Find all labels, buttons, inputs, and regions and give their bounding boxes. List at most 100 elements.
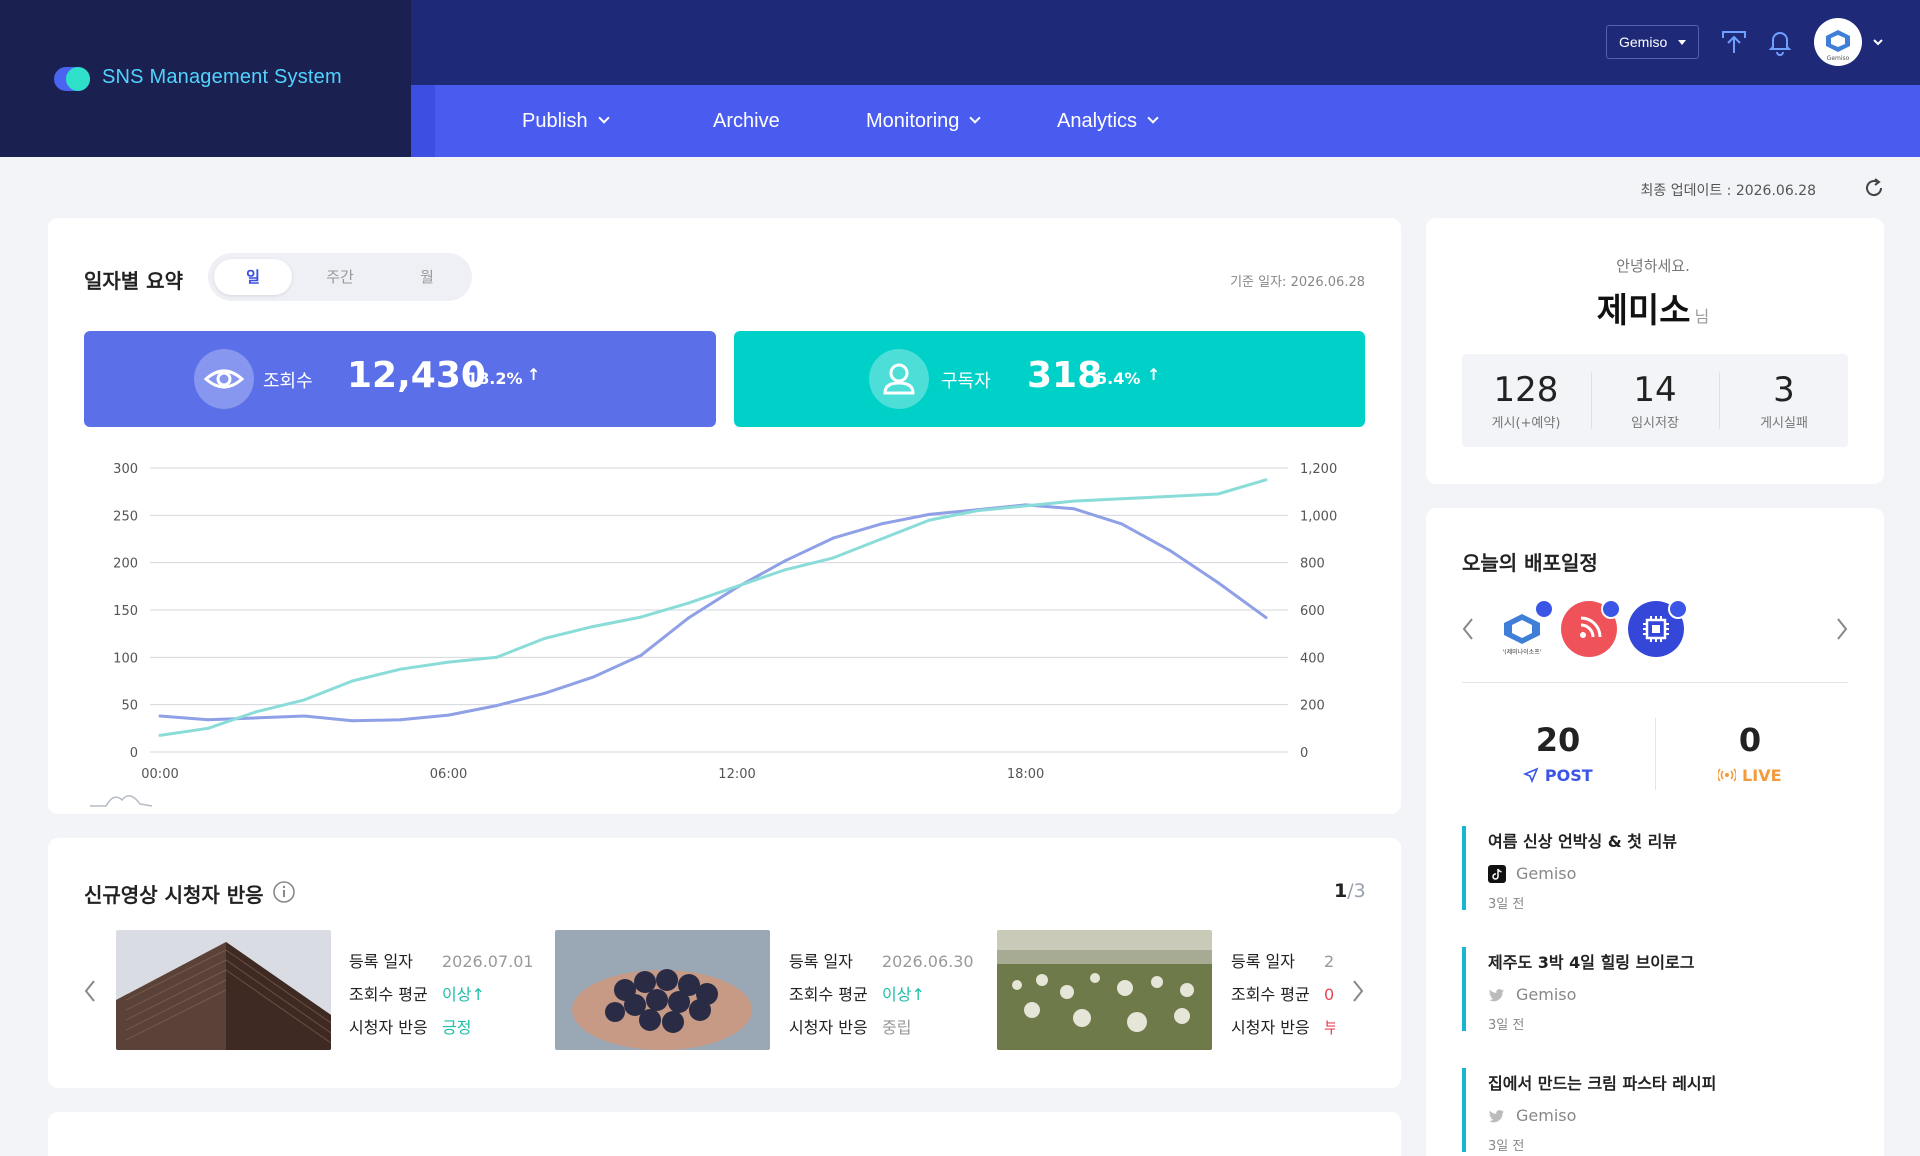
refresh-icon[interactable]: [1862, 176, 1886, 200]
y-left-tick-label: 0: [130, 746, 138, 761]
channel-rss[interactable]: [1561, 599, 1621, 657]
post-ago: 3일 전: [1488, 1139, 1525, 1154]
series-1-point: [254, 710, 258, 714]
live-label[interactable]: LIVE: [1690, 766, 1810, 785]
date-label: 등록 일자: [349, 952, 413, 971]
stat-published[interactable]: 128 게시(+예약): [1462, 354, 1590, 447]
series-0-point: [398, 718, 402, 722]
series-0-point: [639, 653, 643, 657]
reaction-label: 시청자 반응: [349, 1018, 428, 1037]
daily-line-chart: 0 50 100 150 200 250 300 0 200 400 600 800 1,000 1,20…: [90, 462, 1337, 807]
series-0-point: [543, 691, 547, 695]
workspace-select[interactable]: Gemiso: [1606, 25, 1699, 59]
series-0-point: [927, 512, 931, 516]
prev-arrow-icon[interactable]: [1458, 614, 1478, 644]
y-right-tick-label: 800: [1300, 557, 1325, 572]
next-arrow-icon[interactable]: [1832, 614, 1852, 644]
nav-label: Analytics: [1057, 110, 1138, 132]
channel-gemiso[interactable]: '(제미나이소프': [1494, 599, 1554, 657]
eye-icon: [194, 349, 254, 409]
scheduled-post[interactable]: 제주도 3박 4일 힐링 브이로그 Gemiso 3일 전: [1462, 947, 1862, 1033]
last-update: 최종 업데이트 : 2026.06.28: [1640, 183, 1816, 199]
upload-icon[interactable]: [1720, 28, 1748, 56]
live-count: 0: [1738, 721, 1762, 759]
tab-day[interactable]: 일: [214, 259, 292, 295]
y-right-tick-label: 0: [1300, 746, 1308, 761]
stat-value: 3: [1773, 370, 1795, 410]
tab-month[interactable]: 월: [388, 259, 466, 295]
date-value: 2: [1324, 952, 1335, 971]
series-0-point: [302, 714, 306, 718]
series-1-point: [975, 509, 979, 513]
reaction-row: 시청자 반응 긍정: [349, 1011, 471, 1044]
send-icon: [1523, 767, 1539, 784]
nav-item-analytics[interactable]: Analytics: [1057, 85, 1159, 157]
nav-item-publish[interactable]: Publish: [522, 85, 610, 157]
series-1-point: [783, 568, 787, 572]
series-1-point: [927, 518, 931, 522]
next-arrow-icon[interactable]: [1348, 976, 1368, 1006]
series-1-point: [1024, 504, 1028, 508]
date-row: 등록 일자 2026.06.30: [789, 945, 974, 978]
series-1-point: [495, 655, 499, 659]
channel-chip[interactable]: [1628, 599, 1688, 657]
bottom-card: [48, 1112, 1401, 1156]
post-source-text: Gemiso: [1516, 985, 1577, 1004]
avg-value: 0: [1324, 985, 1335, 1004]
post-count: 20: [1535, 721, 1581, 759]
series-1-point: [1264, 478, 1268, 482]
nav-item-archive[interactable]: Archive: [713, 85, 780, 157]
avg-label: 조회수 평균: [1231, 985, 1310, 1004]
stat-drafts[interactable]: 14 임시저장: [1591, 354, 1719, 447]
video-thumbnail-building[interactable]: [116, 930, 331, 1050]
post-source: Gemiso: [1488, 1106, 1862, 1125]
base-date: 기준 일자: 2026.06.28: [1230, 275, 1365, 290]
post-label-text: POST: [1544, 766, 1593, 785]
scheduled-post[interactable]: 여름 신상 언박싱 & 첫 리뷰 Gemiso 3일 전: [1462, 826, 1862, 912]
post-label[interactable]: POST: [1498, 766, 1618, 785]
scheduled-post[interactable]: 집에서 만드는 크림 파스타 레시피 Gemiso 3일 전: [1462, 1068, 1862, 1154]
chevron-down-icon: [1147, 112, 1159, 124]
series-0-point: [879, 522, 883, 526]
series-0-point: [447, 713, 451, 717]
app-title: SNS Management System: [102, 66, 342, 88]
range-slider-icon: [90, 795, 153, 807]
series-1-point: [1216, 492, 1220, 496]
chevron-down-icon[interactable]: [1872, 36, 1884, 48]
series-1-point: [398, 667, 402, 671]
logo-area[interactable]: SNS Management System: [0, 0, 411, 157]
post-source-text: Gemiso: [1516, 1106, 1577, 1125]
video-thumbnail-dandelions[interactable]: [997, 930, 1212, 1050]
subscribers-label: 구독자: [941, 371, 991, 392]
pager: 1/3: [1334, 880, 1366, 902]
date-label: 등록 일자: [1231, 952, 1295, 971]
bell-icon[interactable]: [1766, 28, 1794, 56]
series-0-point: [1120, 522, 1124, 526]
reaction-value: 부: [1324, 1018, 1335, 1037]
daily-summary-title: 일자별 요약: [84, 269, 183, 293]
nav-item-monitoring[interactable]: Monitoring: [866, 85, 982, 157]
avg-row: 조회수 평균 0: [1231, 978, 1335, 1011]
main-nav: [411, 85, 1920, 157]
series-0-point: [206, 718, 210, 722]
series-0-point: [1264, 616, 1268, 620]
prev-arrow-icon[interactable]: [80, 976, 100, 1006]
y-left-tick-label: 200: [113, 557, 138, 572]
avg-value: 이상↑: [882, 985, 925, 1004]
gemiso-logo-icon: Gemiso: [1826, 30, 1850, 62]
stat-label: 임시저장: [1631, 416, 1679, 431]
live-label-text: LIVE: [1742, 766, 1782, 785]
series-0-point: [254, 716, 258, 720]
stat-failed[interactable]: 3 게시실패: [1720, 354, 1848, 447]
views-kpi: 조회수 12,430 18.2% ↑: [84, 331, 716, 427]
avatar[interactable]: Gemiso: [1814, 18, 1862, 66]
series-0-point: [350, 719, 354, 723]
video-thumbnail-grapes[interactable]: [555, 930, 770, 1050]
date-value: 2026.06.30: [882, 952, 974, 971]
y-left-tick-label: 300: [113, 462, 138, 477]
y-right-tick-label: 200: [1300, 699, 1325, 714]
tab-week[interactable]: 주간: [301, 259, 379, 295]
stat-value: 14: [1633, 370, 1677, 410]
broadcast-icon: [1717, 768, 1738, 782]
info-icon[interactable]: [272, 880, 296, 904]
